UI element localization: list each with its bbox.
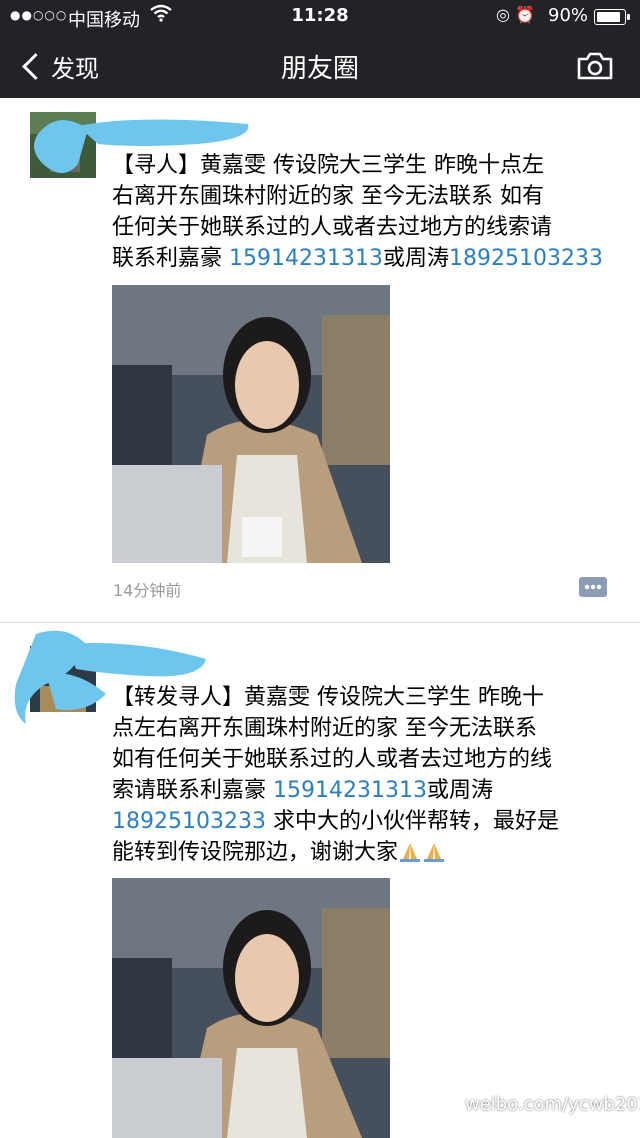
battery-percent: 90%	[548, 5, 589, 26]
text-segment: 索请联系利嘉豪	[112, 778, 273, 803]
top-bar: ●●○○○ 中国移动 11:28 ◎ ⏰ 90% 发现 朋友圈	[0, 0, 640, 98]
rotation-lock-icon: ◎	[496, 5, 510, 24]
watermark-text: weibo.com/ycwb2010	[465, 1094, 640, 1115]
text-segment: 或周涛	[426, 778, 493, 803]
text-line: 【寻人】黄嘉雯 传设院大三学生 昨晚十点左	[112, 153, 544, 178]
post-photo[interactable]	[112, 878, 390, 1138]
page-title: 朋友圈	[280, 54, 359, 84]
text-segment: 或周涛	[382, 246, 449, 271]
post-text: 【转发寻人】黄嘉雯 传设院大三学生 昨晚十 点左右离开东圃珠村附近的家 至今无法…	[112, 682, 620, 868]
text-line: 如有任何关于她联系过的人或者去过地方的线	[112, 747, 553, 772]
pray-hands-emoji	[400, 843, 421, 862]
phone-link[interactable]: 15914231313	[273, 778, 427, 803]
text-line: 【转发寻人】黄嘉雯 传设院大三学生 昨晚十	[112, 685, 544, 710]
alarm-icon: ⏰	[515, 5, 535, 24]
clock: 11:28	[291, 5, 349, 26]
text-line: 右离开东圃珠村附近的家 至今无法联系 如有	[112, 184, 544, 209]
phone-link[interactable]: 18925103233	[449, 246, 603, 271]
post-text: 【寻人】黄嘉雯 传设院大三学生 昨晚十点左 右离开东圃珠村附近的家 至今无法联系…	[112, 150, 620, 274]
text-line: 任何关于她联系过的人或者去过地方的线索请	[112, 215, 553, 240]
text-line: 联系利嘉豪 15914231313或周涛18925103233	[112, 243, 620, 274]
nav-bar: 发现 朋友圈	[0, 34, 640, 98]
status-bar: ●●○○○ 中国移动 11:28 ◎ ⏰ 90%	[0, 0, 640, 34]
pray-hands-emoji	[424, 843, 445, 862]
divider	[0, 622, 640, 623]
feed-post: 【转发寻人】黄嘉雯 传设院大三学生 昨晚十 点左右离开东圃珠村附近的家 至今无法…	[0, 624, 640, 1138]
battery-icon	[594, 9, 630, 25]
camera-icon[interactable]	[577, 52, 613, 80]
text-segment: 求中大的小伙伴帮转，最好是	[265, 809, 559, 834]
comment-icon[interactable]	[578, 576, 608, 598]
text-segment: 能转到传设院那边，谢谢大家	[112, 840, 399, 865]
text-line: 能转到传设院那边，谢谢大家	[112, 837, 620, 868]
text-line: 索请联系利嘉豪 15914231313或周涛	[112, 775, 620, 806]
status-icons: ◎ ⏰	[496, 5, 535, 24]
post-photo[interactable]	[112, 285, 390, 563]
text-line: 18925103233 求中大的小伙伴帮转，最好是	[112, 806, 620, 837]
phone-link[interactable]: 15914231313	[229, 246, 383, 271]
text-line: 点左右离开东圃珠村附近的家 至今无法联系	[112, 716, 537, 741]
phone-link[interactable]: 18925103233	[112, 809, 266, 834]
text-segment: 联系利嘉豪	[112, 246, 229, 271]
feed-post: 【寻人】黄嘉雯 传设院大三学生 昨晚十点左 右离开东圃珠村附近的家 至今无法联系…	[0, 98, 640, 624]
post-time: 14分钟前	[113, 581, 182, 600]
